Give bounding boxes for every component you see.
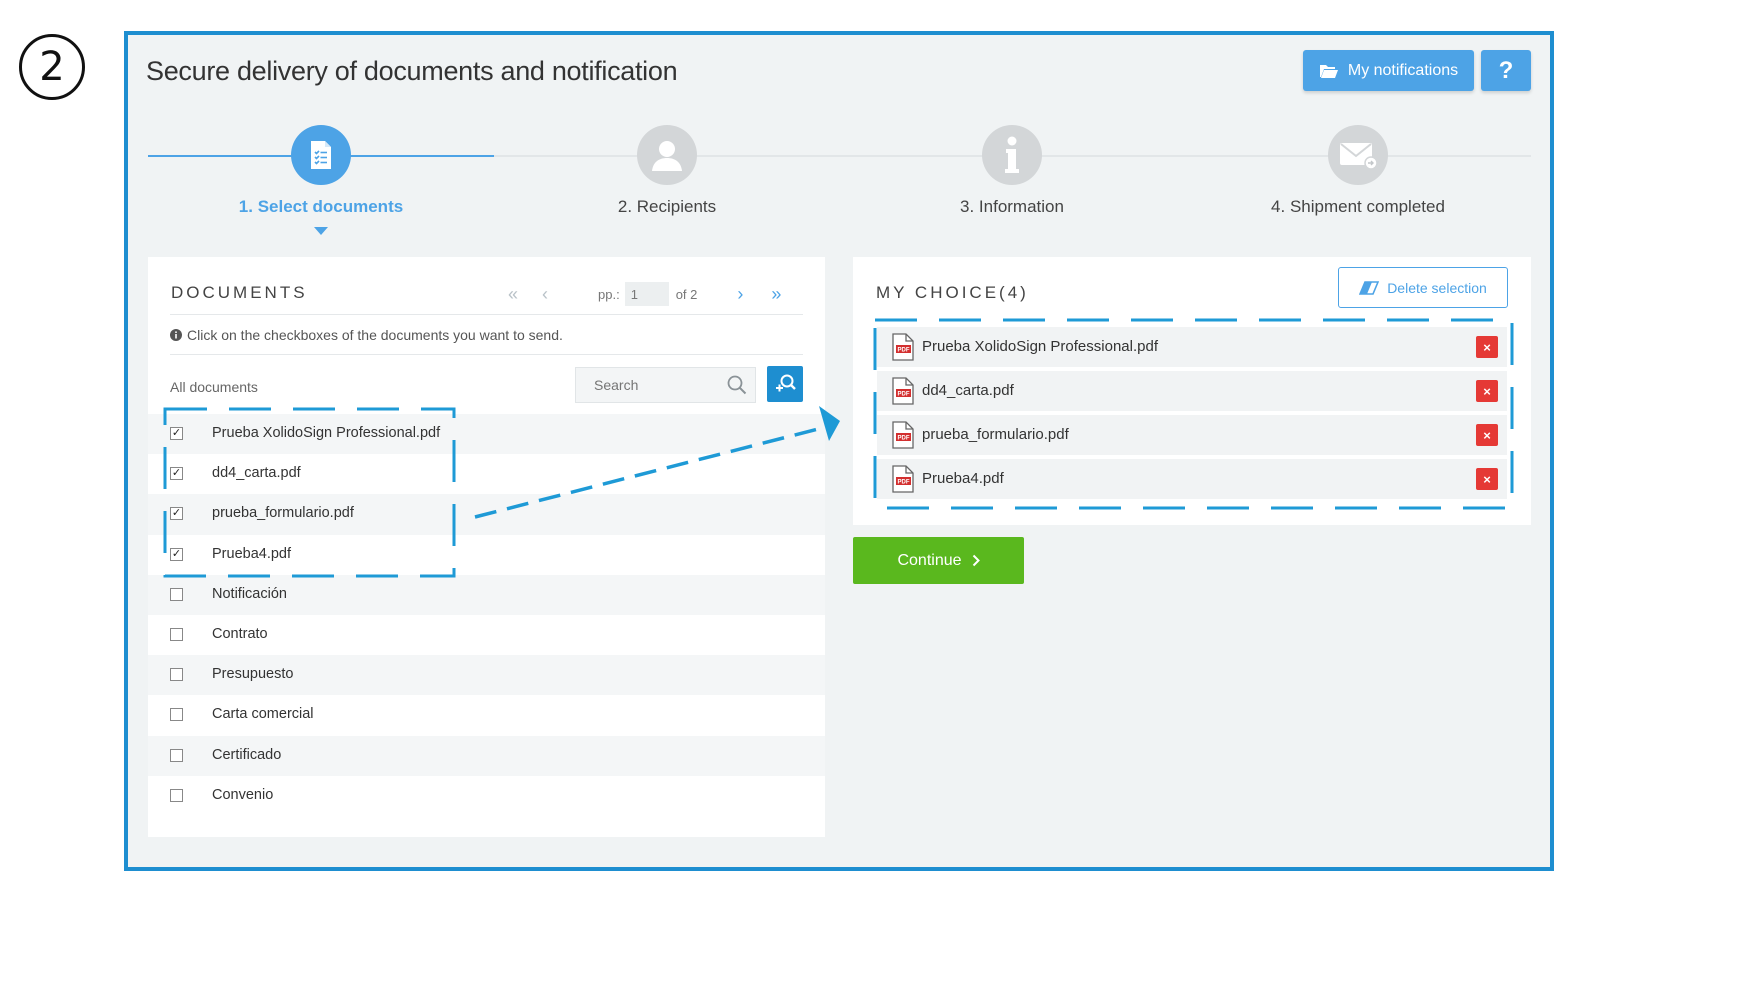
remove-document-button[interactable]: × — [1476, 424, 1498, 446]
document-row[interactable]: ✓ Prueba XolidoSign Professional.pdf — [148, 414, 825, 455]
svg-text:PDF: PDF — [898, 436, 910, 442]
document-name: Certificado — [212, 746, 282, 763]
document-checkbox[interactable] — [170, 788, 183, 802]
advanced-search-button[interactable] — [767, 366, 803, 402]
document-checkbox[interactable] — [170, 668, 183, 682]
selected-document-row: PDF prueba_formulario.pdf × — [877, 415, 1507, 455]
instruction-text: Click on the checkboxes of the documents… — [187, 327, 563, 343]
step-2-circle[interactable] — [637, 125, 697, 185]
eraser-icon — [1359, 280, 1380, 295]
step-3-circle[interactable] — [982, 125, 1042, 185]
selected-document-row: PDF dd4_carta.pdf × — [877, 371, 1507, 411]
search-icon — [727, 375, 747, 395]
pdf-file-icon: PDF — [892, 377, 914, 405]
all-documents-filter[interactable]: All documents — [170, 379, 258, 395]
selected-document-row: PDF Prueba XolidoSign Professional.pdf × — [877, 327, 1507, 367]
step-number-badge: 2 — [19, 34, 85, 100]
document-row[interactable]: Convenio — [148, 776, 825, 816]
document-row[interactable]: ✓ Prueba4.pdf — [148, 535, 825, 575]
document-name: Contrato — [212, 625, 268, 642]
page-total: of 2 — [675, 286, 698, 302]
remove-document-button[interactable]: × — [1476, 380, 1498, 402]
document-checkbox[interactable] — [170, 587, 183, 601]
document-checkbox[interactable]: ✓ — [170, 547, 183, 561]
svg-text:PDF: PDF — [898, 480, 910, 486]
document-name: Convenio — [212, 786, 274, 803]
pdf-file-icon: PDF — [892, 333, 914, 361]
delete-selection-button[interactable]: Delete selection — [1338, 267, 1508, 308]
last-page-icon[interactable]: » — [771, 284, 781, 305]
step-3-label[interactable]: 3. Information — [882, 197, 1142, 217]
selected-document-name: Prueba4.pdf — [922, 470, 1004, 487]
document-row[interactable]: ✓ prueba_formulario.pdf — [148, 494, 825, 535]
document-search-box[interactable] — [575, 367, 756, 403]
search-input[interactable] — [592, 376, 727, 394]
pdf-file-icon: PDF — [892, 421, 914, 449]
document-checkbox[interactable] — [170, 748, 183, 762]
document-checkbox[interactable] — [170, 627, 183, 641]
remove-document-button[interactable]: × — [1476, 336, 1498, 358]
step-4-label[interactable]: 4. Shipment completed — [1228, 197, 1488, 217]
pdf-file-icon: PDF — [892, 465, 914, 493]
document-name: Prueba XolidoSign Professional.pdf — [212, 425, 441, 441]
my-choice-heading: MY CHOICE(4) — [876, 283, 1029, 302]
continue-label: Continue — [897, 551, 962, 569]
user-icon — [652, 141, 682, 171]
active-step-caret — [314, 227, 328, 235]
step-4-circle[interactable] — [1328, 125, 1388, 185]
document-name: Prueba4.pdf — [212, 545, 292, 562]
document-name: dd4_carta.pdf — [212, 465, 301, 482]
help-button[interactable]: ? — [1481, 50, 1531, 91]
info-circle-icon — [170, 329, 182, 341]
delete-selection-label: Delete selection — [1387, 279, 1487, 296]
instruction-hint: Click on the checkboxes of the documents… — [170, 327, 563, 343]
document-list: ✓ Prueba XolidoSign Professional.pdf ✓ dd4… — [148, 414, 825, 816]
document-row[interactable]: Certificado — [148, 735, 825, 776]
chevron-right-icon — [972, 554, 980, 567]
selected-document-name: dd4_carta.pdf — [922, 382, 1014, 399]
my-notifications-button[interactable]: My notifications — [1303, 50, 1474, 91]
svg-text:PDF: PDF — [898, 392, 910, 398]
selected-document-row: PDF Prueba4.pdf × — [877, 459, 1507, 499]
document-checkbox[interactable] — [170, 708, 183, 722]
step-1-label[interactable]: 1. Select documents — [191, 197, 451, 217]
prev-page-icon[interactable]: ‹ — [542, 284, 548, 305]
document-row[interactable]: Presupuesto — [148, 655, 825, 696]
step-1-circle[interactable] — [291, 125, 351, 185]
documents-heading: DOCUMENTS — [171, 283, 308, 302]
svg-text:PDF: PDF — [898, 348, 910, 354]
page-title: Secure delivery of documents and notific… — [146, 56, 678, 86]
document-row[interactable]: ✓ dd4_carta.pdf — [148, 454, 825, 494]
divider — [170, 354, 803, 355]
document-row[interactable]: Notificación — [148, 574, 825, 615]
envelope-icon — [1340, 143, 1378, 170]
document-row[interactable]: Carta comercial — [148, 695, 825, 735]
info-icon — [1005, 136, 1019, 173]
my-notifications-label: My notifications — [1347, 61, 1459, 79]
document-row[interactable]: Contrato — [148, 615, 825, 655]
document-name: Presupuesto — [212, 666, 294, 683]
search-plus-icon — [776, 374, 796, 392]
document-name: Carta comercial — [212, 706, 314, 723]
my-choice-panel: MY CHOICE(4) Delete selection PDF Prueba… — [853, 257, 1531, 525]
selected-document-name: prueba_formulario.pdf — [922, 426, 1069, 443]
continue-button[interactable]: Continue — [853, 537, 1024, 584]
documents-panel: DOCUMENTS « ‹ pp.: of 2 › » Click on the… — [148, 257, 825, 837]
document-checkbox[interactable]: ✓ — [170, 507, 183, 521]
remove-document-button[interactable]: × — [1476, 468, 1498, 490]
document-list-icon — [311, 141, 331, 169]
step-2-label[interactable]: 2. Recipients — [537, 197, 797, 217]
selected-document-name: Prueba XolidoSign Professional.pdf — [922, 338, 1158, 355]
pager-prefix: pp.: — [598, 286, 620, 302]
folder-open-icon — [1319, 64, 1338, 78]
next-page-icon[interactable]: › — [737, 284, 743, 305]
document-name: prueba_formulario.pdf — [212, 505, 354, 522]
documents-pager: « ‹ pp.: of 2 › » — [508, 281, 781, 307]
document-checkbox[interactable]: ✓ — [170, 467, 183, 481]
document-name: Notificación — [212, 585, 287, 602]
divider — [170, 314, 803, 315]
page-number-input[interactable] — [624, 282, 669, 306]
first-page-icon[interactable]: « — [508, 284, 518, 305]
document-checkbox[interactable]: ✓ — [170, 427, 183, 440]
